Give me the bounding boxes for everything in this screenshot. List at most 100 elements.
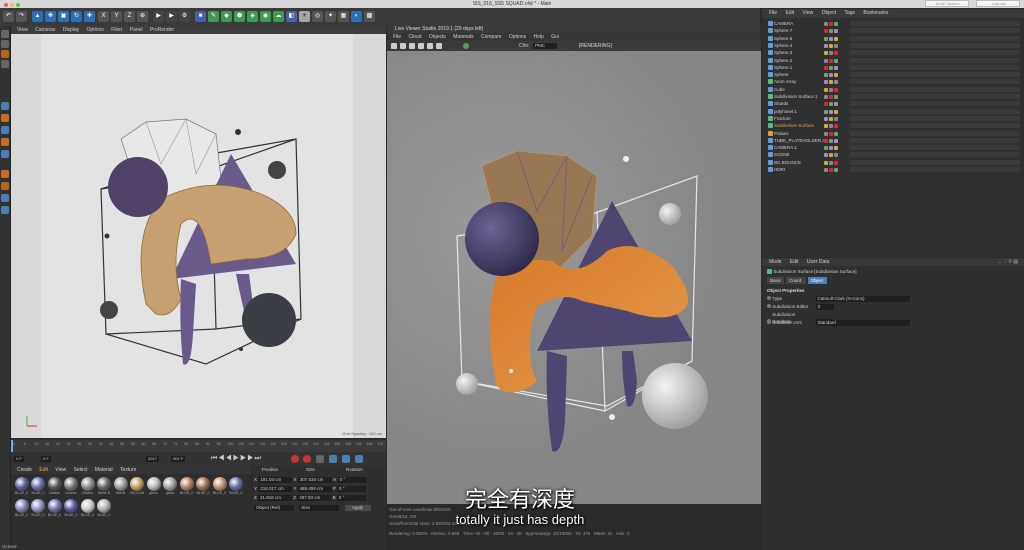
material-swatch[interactable]: Octane <box>80 477 95 497</box>
material-swatch[interactable]: Octane <box>64 477 79 497</box>
animate-dot-icon[interactable] <box>767 304 771 308</box>
tag-icon[interactable] <box>834 36 838 41</box>
lv-menu-objects[interactable]: Objects <box>429 34 446 40</box>
tag-icon[interactable] <box>834 80 838 85</box>
lv-menu-options[interactable]: Options <box>509 34 526 40</box>
object-row[interactable]: BG BOUNCE <box>762 159 1024 166</box>
tag-icon[interactable] <box>834 29 838 34</box>
tag-icon[interactable] <box>829 29 833 34</box>
material-swatch[interactable]: Noise B <box>97 477 112 497</box>
tag-icon[interactable] <box>829 51 833 56</box>
undo-icon[interactable]: ↶ <box>3 11 14 22</box>
material-swatch[interactable]: YELLOW <box>130 477 145 497</box>
environment-icon[interactable]: ☁ <box>273 11 284 22</box>
tag-icon[interactable] <box>829 65 833 70</box>
animate-dot-icon[interactable] <box>767 296 771 300</box>
object-visibility-tags[interactable] <box>824 167 839 174</box>
redo-icon[interactable]: ↷ <box>16 11 27 22</box>
tag-icon[interactable] <box>829 95 833 99</box>
om-menu-tags[interactable]: Tags <box>844 10 855 16</box>
material-swatch[interactable]: Octane <box>47 477 62 497</box>
material-swatch[interactable]: BLUE_0 <box>64 499 79 519</box>
object-row[interactable]: HDRI <box>762 166 1024 173</box>
tag-icon[interactable] <box>834 138 838 143</box>
restart-render-icon[interactable] <box>400 43 406 49</box>
tag-icon[interactable] <box>834 22 838 26</box>
object-row[interactable]: Sphere.3 <box>762 49 1024 56</box>
tag-icon[interactable] <box>824 102 828 107</box>
cube-icon[interactable]: ■ <box>195 11 206 22</box>
object-row[interactable]: Cube <box>762 86 1024 93</box>
max-frame-field[interactable]: 301 F <box>171 456 186 462</box>
tag-icon[interactable] <box>834 87 838 92</box>
object-row[interactable]: Subdivision Surface <box>762 122 1024 129</box>
tag-icon[interactable] <box>824 43 828 48</box>
material-swatch[interactable]: BLUE_0 <box>14 477 29 497</box>
select-tool-icon[interactable]: ▲ <box>32 11 43 22</box>
tag-icon[interactable] <box>824 153 828 158</box>
am-menu-userdata[interactable]: User Data <box>807 259 830 265</box>
rotation-h-field[interactable]: 0 ° <box>337 477 367 483</box>
tag-icon[interactable] <box>834 168 838 172</box>
tag-icon[interactable] <box>834 109 838 114</box>
object-row[interactable]: Subdivision Surface.1 <box>762 93 1024 100</box>
om-menu-view[interactable]: View <box>802 10 813 16</box>
start-frame-field[interactable]: 0 F <box>41 456 51 462</box>
mat-menu-create[interactable]: Create <box>17 467 32 473</box>
tag-icon[interactable] <box>824 116 828 121</box>
material-swatch[interactable]: BLUE_0 <box>80 499 95 519</box>
tag-icon[interactable] <box>824 138 828 143</box>
om-menu-bookmarks[interactable]: Bookmarks <box>863 10 888 16</box>
mat-menu-select[interactable]: Select <box>74 467 88 473</box>
live-viewer-render[interactable] <box>387 51 761 504</box>
object-row[interactable]: Sphere.4 <box>762 42 1024 49</box>
end-frame-field[interactable]: 2017 <box>146 456 159 462</box>
close-icon[interactable] <box>4 3 8 7</box>
nav-arrows-icon[interactable]: ← ↑ ⚲ ▤ <box>998 258 1018 266</box>
tag-icon[interactable] <box>824 109 828 114</box>
solo-icon[interactable] <box>1 206 9 214</box>
tag-icon[interactable] <box>824 131 828 136</box>
object-row[interactable]: SCENE <box>762 151 1024 158</box>
channel-select[interactable]: PMC <box>533 43 557 49</box>
axis-z-icon[interactable]: Z <box>124 11 135 22</box>
node-spaces-select[interactable]: Node Spaces <box>924 0 969 8</box>
lv-menu-gui[interactable]: Gui <box>551 34 559 40</box>
coordinate-system-icon[interactable]: ⊕ <box>137 11 148 22</box>
viewport-menu-filter[interactable]: Filter <box>111 27 122 33</box>
timeline-ruler[interactable]: 0 5 10 15 20 25 30 35 40 45 50 55 60 65 70 75 80 85 90 95 10… <box>11 440 386 452</box>
tag-icon[interactable] <box>829 43 833 48</box>
object-row[interactable]: Sphere.6 <box>762 35 1024 42</box>
object-row[interactable]: Sphere.1 <box>762 64 1024 71</box>
tag-icon[interactable] <box>834 95 838 99</box>
tag-icon[interactable] <box>834 102 838 107</box>
lv-menu-materials[interactable]: Materials <box>453 34 473 40</box>
viewport-menu-panel[interactable]: Panel <box>130 27 143 33</box>
viewport-menu-cameras[interactable]: Cameras <box>35 27 55 33</box>
move-tool-icon[interactable]: ✥ <box>45 11 56 22</box>
material-swatch[interactable]: BLUE_0 <box>97 499 112 519</box>
material-swatch[interactable]: BLUE_0 <box>31 477 46 497</box>
tag-icon[interactable] <box>824 65 828 70</box>
object-row[interactable]: TUBE_PLATEHOLDER.3 <box>762 137 1024 144</box>
viewport-menu-options[interactable]: Options <box>87 27 104 33</box>
tag-icon[interactable] <box>824 36 828 41</box>
material-swatch[interactable]: BLUE_0 <box>31 499 46 519</box>
tag-icon[interactable] <box>834 153 838 158</box>
tag-icon[interactable] <box>829 80 833 85</box>
clay-mode-icon[interactable] <box>436 43 442 49</box>
object-row[interactable]: Sphere.7 <box>762 27 1024 34</box>
tag-icon[interactable] <box>834 124 838 129</box>
tag-icon[interactable] <box>829 73 833 78</box>
deformer-icon[interactable]: ◈ <box>247 11 258 22</box>
size-y-field[interactable]: 489.459 cm <box>297 486 332 492</box>
subdivide-uvs-select[interactable]: Standard <box>815 319 910 326</box>
tag-icon[interactable] <box>829 138 833 143</box>
model-mode-icon[interactable] <box>1 40 9 48</box>
scale-tool-icon[interactable]: ▣ <box>58 11 69 22</box>
stop-render-icon[interactable] <box>418 43 424 49</box>
keyframe-selection-icon[interactable] <box>316 455 324 463</box>
tag-icon[interactable] <box>829 109 833 114</box>
object-row[interactable]: Polaxis <box>762 130 1024 137</box>
am-menu-edit[interactable]: Edit <box>790 259 799 265</box>
